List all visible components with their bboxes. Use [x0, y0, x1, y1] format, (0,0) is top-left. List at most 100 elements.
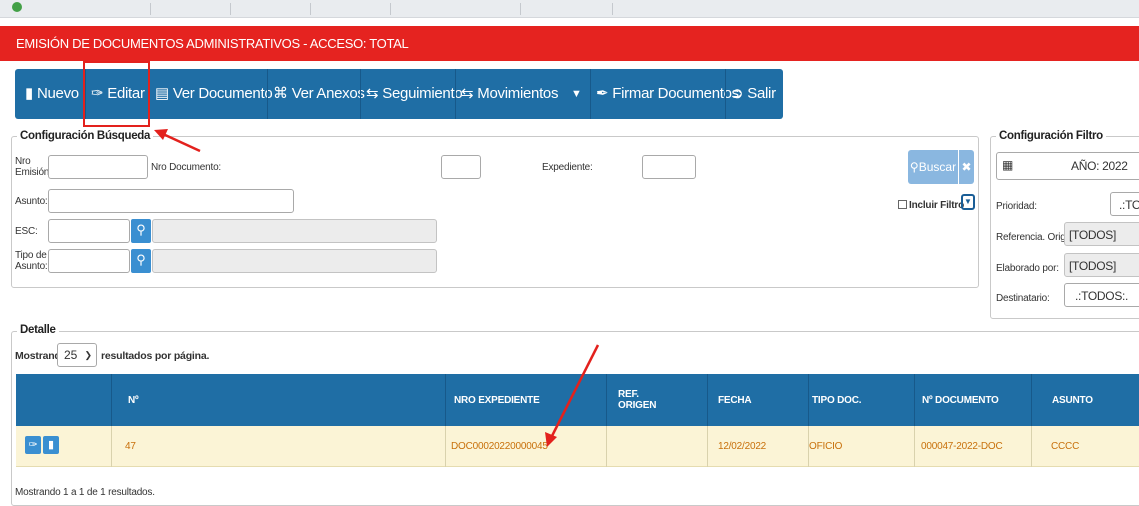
document-icon: ▮ — [47, 439, 55, 451]
browser-tab-strip — [0, 0, 1139, 18]
incluir-filtro-label: Incluir Filtro — [909, 200, 964, 211]
module-title: EMISIÓN DE DOCUMENTOS ADMINISTRATIVOS - … — [16, 36, 409, 51]
search-icon: ⚲ — [136, 252, 146, 267]
tipo-asunto-description-field — [152, 249, 437, 273]
column-header-fecha[interactable]: FECHA — [718, 395, 752, 406]
showing-suffix: resultados por página. — [101, 350, 210, 362]
toolbar-divider — [590, 69, 591, 119]
ver-documento-button[interactable]: ▤ Ver Documento — [155, 69, 273, 119]
filter-toggle-button[interactable]: ▼ — [961, 194, 975, 210]
column-header-nro[interactable]: Nº — [128, 395, 139, 406]
transfer-icon: ⇆ — [461, 85, 474, 102]
row-view-document-button[interactable]: ▮ — [43, 436, 59, 454]
incluir-filtro-checkbox[interactable] — [898, 200, 907, 209]
column-divider — [606, 374, 607, 426]
esc-label: ESC: — [15, 226, 38, 237]
year-selector[interactable]: ▦ AÑO: 2022 — [996, 152, 1139, 180]
column-divider — [914, 426, 915, 467]
prioridad-value: .:TOD — [1119, 198, 1139, 212]
column-header-nro-expediente[interactable]: NRO EXPEDIENTE — [454, 395, 540, 406]
toolbar-divider — [267, 69, 268, 119]
column-header-ref-origen[interactable]: REF. ORIGEN — [618, 389, 656, 411]
column-header-asunto[interactable]: ASUNTO — [1052, 395, 1093, 406]
browser-status-icon — [12, 2, 22, 12]
calendar-icon: ▦ — [1002, 158, 1014, 172]
tab-divider — [230, 3, 231, 15]
cell-nro-documento: 000047-2022-DOC — [921, 441, 1003, 452]
expediente-input[interactable] — [642, 155, 696, 179]
document-icon: ▮ — [25, 85, 33, 102]
filter-config-legend: Configuración Filtro — [996, 130, 1106, 142]
toolbar-divider — [360, 69, 361, 119]
tab-divider — [310, 3, 311, 15]
referencia-origen-value: [TODOS] — [1069, 228, 1117, 242]
destinatario-select[interactable]: .:TODOS:. — [1064, 283, 1139, 307]
elaborado-por-field[interactable]: [TODOS] — [1064, 253, 1139, 277]
elaborado-por-label: Elaborado por: — [996, 263, 1059, 274]
tab-divider — [150, 3, 151, 15]
prioridad-label: Prioridad: — [996, 201, 1037, 212]
tab-divider — [612, 3, 613, 15]
ref-origen-line-1: REF. — [618, 389, 639, 400]
movimientos-button[interactable]: ⇆ Movimientos — [461, 69, 558, 119]
cell-asunto: CCCC — [1051, 441, 1080, 452]
destinatario-value: .:TODOS:. — [1075, 289, 1129, 303]
buscar-button[interactable]: ⚲Buscar — [908, 150, 958, 184]
caret-down-icon: ▼ — [571, 88, 582, 100]
seguimiento-button[interactable]: ⇆ Seguimiento — [366, 69, 463, 119]
column-divider — [808, 426, 809, 467]
column-header-tipo-doc[interactable]: TIPO DOC. — [812, 395, 862, 406]
tipo-asunto-input[interactable] — [48, 249, 130, 273]
nro-emision-label: Nro Emisión: — [15, 156, 52, 178]
esc-search-button[interactable]: ⚲ — [131, 219, 151, 243]
page-size-select[interactable]: 25 ❯ — [57, 343, 97, 367]
firmar-documentos-button[interactable]: ✒ Firmar Documentos — [596, 69, 739, 119]
exit-icon: ➲ — [731, 85, 744, 102]
column-divider — [445, 426, 446, 467]
tipo-asunto-label: Tipo de Asunto: — [15, 250, 48, 272]
cell-fecha: 12/02/2022 — [718, 441, 767, 452]
column-divider — [445, 374, 446, 426]
clear-search-button[interactable]: ✖ — [959, 150, 974, 184]
edit-icon: ✑ — [28, 439, 38, 451]
esc-input[interactable] — [48, 219, 130, 243]
toolbar-divider — [455, 69, 456, 119]
search-icon: ⚲ — [136, 222, 146, 237]
salir-button[interactable]: ➲ Salir — [731, 69, 776, 119]
list-document-icon: ▤ — [155, 85, 169, 102]
column-divider — [808, 374, 809, 426]
asunto-label: Asunto: — [15, 196, 48, 207]
cell-nro-expediente: DOC00020220000045 — [451, 441, 548, 452]
column-header-nro-documento[interactable]: Nº DOCUMENTO — [922, 395, 999, 406]
column-divider — [111, 374, 112, 426]
esc-description-field — [152, 219, 437, 243]
nro-documento-label: Nro Documento: — [151, 162, 222, 173]
detail-legend: Detalle — [17, 324, 59, 336]
table-row[interactable]: 47 DOC00020220000045 12/02/2022 OFICIO 0… — [16, 426, 1139, 467]
row-edit-button[interactable]: ✑ — [25, 436, 41, 454]
elaborado-por-value: [TODOS] — [1069, 259, 1117, 273]
nro-documento-input[interactable] — [441, 155, 481, 179]
movimientos-dropdown-toggle[interactable]: ▼ — [571, 69, 582, 119]
tipo-asunto-search-button[interactable]: ⚲ — [131, 249, 151, 273]
column-divider — [914, 374, 915, 426]
year-value: AÑO: 2022 — [1071, 159, 1128, 173]
close-icon: ✖ — [961, 160, 972, 174]
pen-icon: ✒ — [596, 85, 609, 102]
prioridad-select[interactable]: .:TOD — [1110, 192, 1139, 216]
table-header: Nº NRO EXPEDIENTE REF. ORIGEN FECHA TIPO… — [16, 374, 1139, 426]
nuevo-button[interactable]: ▮ Nuevo — [25, 69, 79, 119]
nro-emision-input[interactable] — [48, 155, 148, 179]
annotation-highlight-box — [83, 61, 150, 127]
expediente-label: Expediente: — [542, 162, 593, 173]
page-size-value: 25 — [64, 348, 78, 362]
paperclip-icon: ⌘ — [273, 85, 288, 102]
toolbar-divider — [725, 69, 726, 119]
referencia-origen-field[interactable]: [TODOS] — [1064, 222, 1139, 246]
caret-down-icon: ▼ — [964, 197, 972, 206]
cell-tipo-doc: OFICIO — [809, 441, 843, 452]
column-divider — [606, 426, 607, 467]
ver-anexos-button[interactable]: ⌘ Ver Anexos — [273, 69, 365, 119]
column-divider — [1031, 426, 1032, 467]
asunto-input[interactable] — [48, 189, 294, 213]
